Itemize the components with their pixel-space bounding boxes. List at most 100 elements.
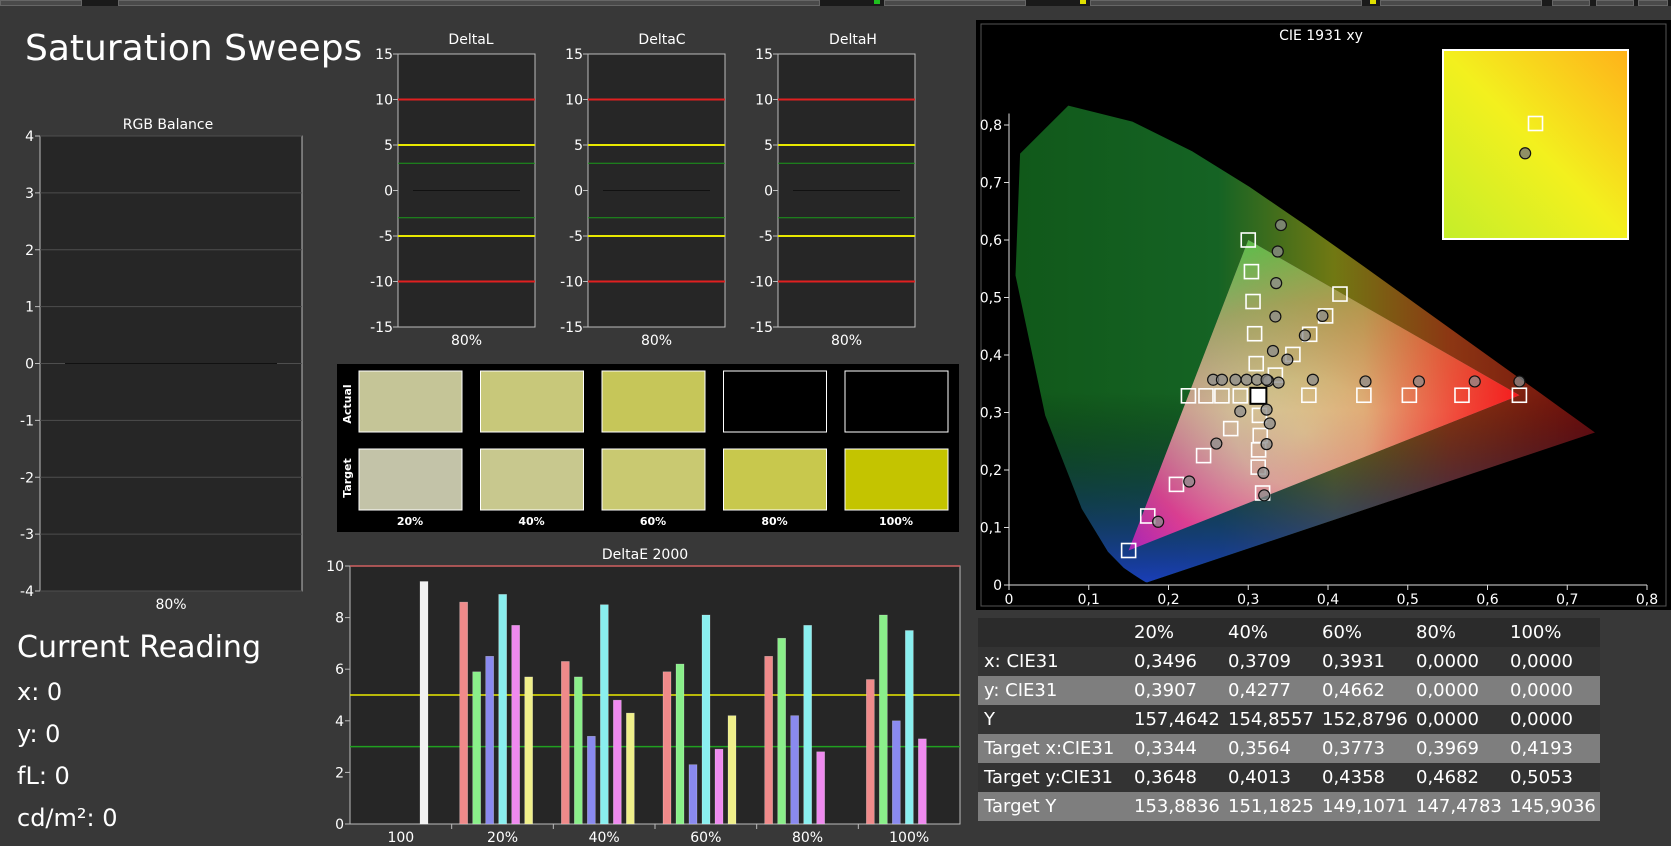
y-tick-label: 4	[335, 714, 344, 730]
color-swatches: Actual Target 20% 40% 60% 80% 100%	[337, 364, 959, 532]
y-tick-label: 5	[574, 138, 583, 154]
bar	[866, 679, 875, 825]
table-header-row: 20% 40% 60% 80% 100%	[978, 618, 1600, 647]
bar	[524, 676, 533, 825]
toolbar-field[interactable]	[884, 0, 1026, 6]
measured-marker	[1272, 376, 1285, 389]
y-tick-label: -5	[569, 229, 583, 245]
y-tick-label: 1	[25, 300, 34, 316]
level-label: 20%	[397, 515, 423, 528]
y-tick-label: 0	[384, 184, 393, 200]
x-tick-label: 80%	[641, 333, 672, 349]
measured-marker	[1412, 375, 1426, 388]
table-header: 40%	[1228, 622, 1269, 643]
bar	[918, 738, 927, 825]
bar	[777, 637, 786, 825]
x-tick-label: 60%	[690, 830, 721, 846]
y-tick-label: 0,4	[980, 348, 1002, 364]
x-tick-label: 100%	[889, 830, 929, 846]
row-label: Target y:CIE31	[984, 767, 1113, 788]
level-label: 40%	[518, 515, 544, 528]
bar	[600, 604, 609, 825]
deltae-chart: 10 8 6 4 2 0 100 20% 40% 60% 80% 100%	[326, 559, 961, 846]
reading-fl: fL: 0	[17, 762, 70, 790]
measured-marker	[1152, 515, 1165, 528]
y-tick-label: 0,3	[980, 406, 1002, 422]
target-swatch	[601, 448, 706, 511]
x-tick-label: 100	[387, 830, 414, 846]
measured-marker	[1269, 310, 1282, 323]
actual-swatch	[358, 370, 463, 433]
bar	[701, 614, 711, 825]
reading-cdm2: cd/m²: 0	[17, 804, 118, 832]
y-tick-label: 2	[335, 765, 344, 781]
bar	[879, 614, 888, 825]
y-tick-label: 0,2	[980, 463, 1002, 479]
table-cell: 153,8836	[1134, 796, 1220, 817]
measured-marker	[1240, 373, 1253, 386]
table-cell: 0,3564	[1228, 738, 1291, 759]
toolbar-field[interactable]	[1090, 0, 1362, 6]
row-label-actual: Actual	[341, 384, 354, 423]
bar	[816, 751, 825, 825]
toolbar-button[interactable]	[0, 0, 82, 6]
table-cell: 0,3773	[1322, 738, 1385, 759]
row-label: Target x:CIE31	[984, 738, 1115, 759]
bar	[905, 630, 914, 825]
y-tick-label: -10	[560, 275, 583, 291]
table-cell: 0,3648	[1134, 767, 1197, 788]
measured-marker	[1260, 438, 1273, 451]
y-tick-label: 0	[993, 578, 1002, 594]
x-tick-label: 0,3	[1237, 592, 1259, 608]
x-tick-label: 0,8	[1636, 592, 1658, 608]
table-cell: 152,8796	[1322, 709, 1408, 730]
measured-marker	[1234, 405, 1247, 418]
y-tick-label: -15	[560, 320, 583, 336]
bar	[727, 715, 737, 825]
level-label: 100%	[879, 515, 913, 528]
table-header: 20%	[1134, 622, 1175, 643]
table-cell: 0,0000	[1510, 709, 1573, 730]
window-button[interactable]	[1638, 0, 1668, 6]
window-button[interactable]	[1596, 0, 1634, 6]
table-cell: 0,3907	[1134, 680, 1197, 701]
table-row: x: CIE31 0,3496 0,3709 0,3931 0,0000 0,0…	[978, 647, 1600, 676]
y-tick-label: 15	[755, 47, 773, 63]
rgb-balance-chart: 4 3 2 1 0 -1 -2 -3 -4 80%	[20, 130, 303, 613]
table-cell: 0,0000	[1416, 709, 1479, 730]
status-indicator	[874, 0, 880, 4]
toolbar-field[interactable]	[118, 0, 820, 6]
page-title: Saturation Sweeps	[25, 28, 363, 69]
y-tick-label: 5	[764, 138, 773, 154]
x-tick-label: 80%	[792, 830, 823, 846]
measured-marker	[1266, 344, 1280, 358]
table-header: 60%	[1322, 622, 1363, 643]
y-tick-label: -3	[20, 527, 34, 543]
table-cell: 0,4682	[1416, 767, 1479, 788]
y-tick-label: 5	[384, 138, 393, 154]
measured-marker	[1270, 277, 1283, 290]
table-row: Y 157,4642 154,8557 152,8796 0,0000 0,00…	[978, 705, 1600, 734]
measured-marker	[1257, 466, 1270, 479]
table-cell: 0,0000	[1416, 680, 1479, 701]
measured-marker	[1263, 417, 1276, 430]
delta-charts: 15 10 5 0 -5 -10 -15 80% 15 10 5 0 -5 -10 -15 80% 15 10 5 0…	[370, 47, 916, 349]
actual-swatch	[601, 370, 706, 433]
bar	[892, 720, 901, 825]
measured-marker	[1258, 489, 1271, 502]
y-tick-label: 0,5	[980, 291, 1002, 307]
y-tick-label: 0	[335, 817, 344, 833]
x-tick-label: 0,4	[1317, 592, 1339, 608]
table-cell: 154,8557	[1228, 709, 1314, 730]
toolbar-field[interactable]	[1380, 0, 1542, 6]
table-cell: 0,3496	[1134, 651, 1197, 672]
x-tick-label: 80%	[155, 597, 186, 613]
y-tick-label: -15	[750, 320, 773, 336]
measured-marker	[1281, 353, 1294, 366]
y-tick-label: 0,6	[980, 233, 1002, 249]
table-cell: 0,4358	[1322, 767, 1385, 788]
window-button[interactable]	[1552, 0, 1590, 6]
status-indicator	[1080, 0, 1086, 4]
y-tick-label: -15	[370, 320, 393, 336]
level-label: 60%	[640, 515, 666, 528]
